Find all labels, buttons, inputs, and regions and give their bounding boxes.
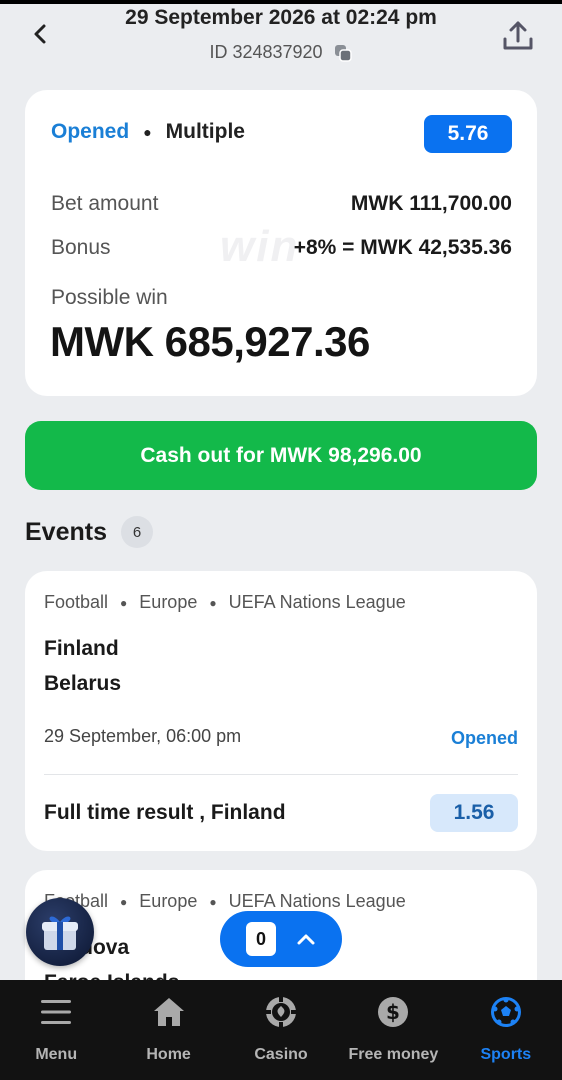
separator-dot: ● bbox=[120, 595, 128, 610]
bet-id: ID 324837920 bbox=[209, 42, 323, 62]
separator-dot: ● bbox=[120, 894, 128, 909]
bet-type: Multiple bbox=[165, 120, 245, 143]
events-count-badge: 6 bbox=[120, 516, 153, 548]
events-header: Events 6 bbox=[25, 516, 153, 548]
dollar-coin-icon: $ bbox=[375, 994, 411, 1030]
divider bbox=[44, 774, 518, 775]
share-button[interactable] bbox=[498, 16, 538, 56]
nav-item-casino[interactable]: Casino bbox=[225, 980, 337, 1080]
cash-out-button[interactable]: Cash out for MWK 98,296.00 bbox=[25, 421, 537, 490]
total-odds-badge: 5.76 bbox=[424, 115, 512, 153]
event-region: Europe bbox=[139, 891, 198, 911]
possible-win-value: MWK 685,927.36 bbox=[50, 318, 370, 365]
bet-id-row: ID 324837920 bbox=[0, 42, 562, 63]
bet-amount-row: Bet amount MWK 111,700.00 bbox=[51, 192, 512, 216]
bonus-value: +8% = MWK 42,535.36 bbox=[293, 236, 512, 259]
event-team-home: Finland bbox=[44, 637, 119, 660]
bet-status: Opened bbox=[51, 120, 130, 143]
event-breadcrumb: Football ● Europe ● UEFA Nations League bbox=[44, 592, 406, 613]
possible-win-label: Possible win bbox=[51, 286, 168, 309]
nav-label: Casino bbox=[254, 1046, 308, 1063]
casino-chip-icon bbox=[263, 994, 299, 1030]
event-sport: Football bbox=[44, 592, 109, 612]
event-league: UEFA Nations League bbox=[228, 592, 406, 612]
bet-status-row: Opened ● Multiple bbox=[51, 120, 245, 144]
bet-amount-value: MWK 111,700.00 bbox=[350, 192, 512, 215]
event-card[interactable]: Football ● Europe ● UEFA Nations League … bbox=[25, 571, 537, 851]
svg-text:$: $ bbox=[386, 1000, 400, 1024]
bottom-nav: Menu Home Casino $ Free money Sports bbox=[0, 980, 562, 1080]
nav-item-free-money[interactable]: $ Free money bbox=[337, 980, 449, 1080]
event-league: UEFA Nations League bbox=[228, 891, 406, 911]
gift-button[interactable] bbox=[26, 898, 94, 966]
event-team-away: Belarus bbox=[44, 672, 122, 695]
menu-icon bbox=[38, 994, 74, 1030]
event-market: Full time result , Finland bbox=[44, 801, 286, 824]
events-title: Events bbox=[25, 517, 107, 546]
separator-dot: ● bbox=[209, 595, 217, 610]
page-title: 29 September 2026 at 02:24 pm bbox=[125, 6, 437, 29]
separator-dot: ● bbox=[143, 124, 152, 140]
chevron-up-icon bbox=[297, 934, 315, 945]
bet-summary-card: Opened ● Multiple 5.76 win Bet amount MW… bbox=[25, 90, 537, 396]
nav-item-home[interactable]: Home bbox=[112, 980, 224, 1080]
football-icon bbox=[488, 994, 524, 1030]
bet-slip-count: 0 bbox=[246, 922, 276, 956]
nav-item-sports[interactable]: Sports bbox=[450, 980, 562, 1080]
event-status: Opened bbox=[450, 728, 518, 748]
nav-item-menu[interactable]: Menu bbox=[0, 980, 112, 1080]
home-icon bbox=[151, 994, 187, 1030]
nav-label: Sports bbox=[480, 1046, 532, 1063]
event-breadcrumb: Football ● Europe ● UEFA Nations League bbox=[44, 891, 406, 912]
nav-label: Home bbox=[146, 1046, 191, 1063]
event-region: Europe bbox=[139, 592, 198, 612]
copy-icon[interactable] bbox=[333, 43, 353, 63]
selection-odds-badge: 1.56 bbox=[430, 794, 518, 832]
share-icon bbox=[503, 21, 533, 50]
bet-slip-button[interactable]: 0 bbox=[220, 911, 342, 967]
nav-label: Menu bbox=[35, 1046, 78, 1063]
bet-amount-label: Bet amount bbox=[51, 192, 159, 215]
separator-dot: ● bbox=[209, 894, 217, 909]
bonus-label: Bonus bbox=[51, 236, 111, 259]
header: 29 September 2026 at 02:24 pm ID 3248379… bbox=[0, 4, 562, 72]
bonus-row: Bonus +8% = MWK 42,535.36 bbox=[51, 236, 512, 260]
event-date: 29 September, 06:00 pm bbox=[44, 726, 242, 746]
nav-label: Free money bbox=[348, 1046, 439, 1063]
gift-icon bbox=[42, 916, 78, 950]
